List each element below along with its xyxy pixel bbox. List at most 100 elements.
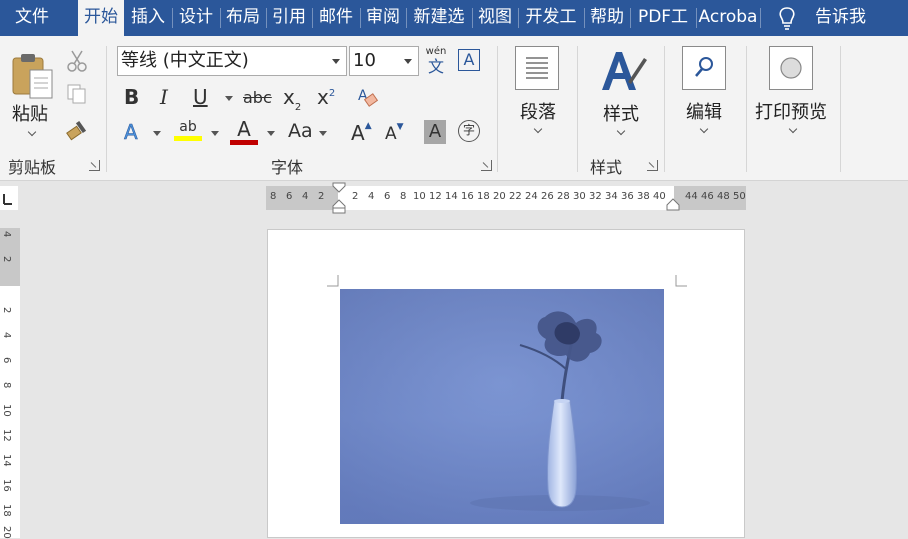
- triangle-up-icon: ▲: [364, 121, 372, 131]
- ruler-label: 18: [477, 191, 490, 202]
- paste-button[interactable]: 粘贴: [12, 100, 48, 126]
- font-color-dropdown-icon[interactable]: [267, 131, 275, 136]
- highlight-color-swatch: [174, 136, 202, 141]
- ruler-label: 14: [1, 454, 12, 467]
- ruler-label: 30: [573, 191, 586, 202]
- ruler-label: 12: [1, 429, 12, 442]
- indent-marker-icon[interactable]: [332, 182, 346, 214]
- subscript-button[interactable]: x2: [283, 85, 301, 113]
- change-case-dropdown-icon[interactable]: [319, 131, 327, 136]
- ruler-label: 16: [1, 479, 12, 492]
- triangle-down-icon: ▼: [396, 122, 404, 132]
- clear-formatting-icon[interactable]: A: [356, 86, 380, 110]
- tab-new-group[interactable]: 新建选: [408, 0, 470, 36]
- paragraph-dropdown-icon[interactable]: [533, 124, 543, 134]
- print-preview-icon: [780, 57, 802, 79]
- tab-home[interactable]: 开始: [78, 0, 124, 36]
- styles-button[interactable]: 样式: [603, 100, 639, 126]
- lightbulb-icon[interactable]: [776, 6, 798, 30]
- clipboard-group-label: 剪贴板: [8, 158, 57, 177]
- clipboard-dialog-launcher[interactable]: [89, 160, 100, 171]
- text-effects-dropdown-icon[interactable]: [153, 131, 161, 136]
- group-divider: [840, 46, 841, 172]
- underline-dropdown-icon[interactable]: [225, 96, 233, 101]
- cut-icon[interactable]: [66, 49, 88, 73]
- chevron-down-icon[interactable]: [332, 59, 340, 64]
- editing-dropdown-icon[interactable]: [699, 124, 709, 134]
- tell-me-box[interactable]: 告诉我: [815, 0, 866, 36]
- ruler-label: 20: [493, 191, 506, 202]
- highlight-dropdown-icon[interactable]: [211, 131, 219, 136]
- inserted-picture[interactable]: [340, 289, 664, 524]
- underline-button[interactable]: U: [193, 85, 208, 109]
- change-case-button[interactable]: Aa: [288, 120, 313, 142]
- editing-button[interactable]: 编辑: [686, 98, 722, 124]
- tab-file[interactable]: 文件: [0, 0, 64, 36]
- tab-pdf-tools[interactable]: PDF工: [632, 0, 694, 36]
- subscript-x: x: [283, 85, 295, 109]
- format-painter-icon[interactable]: [66, 119, 90, 141]
- print-preview-icon-box[interactable]: [769, 46, 813, 90]
- right-indent-marker-icon[interactable]: [666, 198, 680, 212]
- paragraph-icon-box[interactable]: [515, 46, 559, 90]
- copy-icon[interactable]: [66, 83, 88, 105]
- group-divider: [664, 46, 665, 172]
- paste-dropdown-icon[interactable]: [27, 127, 37, 137]
- enclose-characters-button[interactable]: 字: [458, 120, 480, 142]
- text-effects-button[interactable]: A: [124, 120, 138, 145]
- print-preview-button[interactable]: 打印预览: [755, 98, 827, 124]
- character-border-button[interactable]: A: [458, 49, 480, 71]
- tab-view[interactable]: 视图: [473, 0, 517, 36]
- ruler-label: 2: [352, 191, 359, 202]
- styles-dialog-launcher[interactable]: [647, 160, 658, 171]
- tab-developer[interactable]: 开发工: [520, 0, 582, 36]
- search-icon: [695, 57, 713, 77]
- italic-button[interactable]: I: [160, 85, 168, 109]
- shrink-font-letter: A: [385, 124, 397, 144]
- vertical-ruler[interactable]: 4 2 2 4 6 8 10 12 14 16 18 20: [0, 228, 20, 539]
- tab-design[interactable]: 设计: [173, 0, 219, 36]
- font-color-button[interactable]: A: [230, 118, 258, 145]
- paragraph-button[interactable]: 段落: [520, 98, 556, 124]
- bold-button[interactable]: B: [124, 85, 139, 109]
- strikethrough-button[interactable]: abc: [243, 88, 272, 107]
- tab-divider: [760, 8, 761, 28]
- tab-insert[interactable]: 插入: [125, 0, 171, 36]
- ruler-label: 24: [525, 191, 538, 202]
- menu-tab-bar: 文件 开始 插入 设计 布局 引用 邮件 审阅 新建选 视图 开发工 帮助 PD…: [0, 0, 908, 36]
- font-dialog-launcher[interactable]: [481, 160, 492, 171]
- paragraph-icon: [526, 57, 548, 79]
- styles-dropdown-icon[interactable]: [616, 126, 626, 136]
- styles-icon[interactable]: [598, 46, 648, 94]
- editing-icon-box[interactable]: [682, 46, 726, 90]
- tab-stop-selector[interactable]: [0, 186, 18, 210]
- phonetic-guide-button[interactable]: wén 文: [424, 46, 448, 76]
- tab-layout[interactable]: 布局: [221, 0, 265, 36]
- font-name-combo[interactable]: 等线 (中文正文): [117, 46, 347, 76]
- group-divider: [746, 46, 747, 172]
- tab-acrobat[interactable]: Acroba: [697, 0, 759, 36]
- tab-help[interactable]: 帮助: [585, 0, 629, 36]
- horizontal-ruler[interactable]: 8 6 4 2 2 4 6 8 10 12 14 16 18 20 22 24 …: [266, 182, 746, 214]
- ruler-label: 6: [384, 191, 391, 202]
- ruler-label: 10: [413, 191, 426, 202]
- ruler-label: 38: [637, 191, 650, 202]
- font-size-combo[interactable]: 10: [349, 46, 419, 76]
- print-preview-dropdown-icon[interactable]: [788, 124, 798, 134]
- chevron-down-icon[interactable]: [404, 59, 412, 64]
- font-group-label: 字体: [271, 158, 304, 177]
- paste-icon[interactable]: [10, 50, 56, 100]
- character-shading-button[interactable]: A: [424, 120, 446, 144]
- group-divider: [497, 46, 498, 172]
- font-name-value: 等线 (中文正文): [121, 50, 249, 71]
- superscript-button[interactable]: x2: [317, 85, 335, 109]
- ruler-label: 2: [318, 191, 325, 202]
- grow-font-button[interactable]: A▲: [351, 121, 372, 145]
- shrink-font-button[interactable]: A▼: [385, 122, 404, 144]
- ruler-label: 8: [400, 191, 407, 202]
- highlight-button[interactable]: ab: [174, 118, 202, 141]
- tab-references[interactable]: 引用: [267, 0, 311, 36]
- tab-mailings[interactable]: 邮件: [313, 0, 359, 36]
- styles-group-label: 样式: [590, 158, 623, 177]
- tab-review[interactable]: 审阅: [361, 0, 405, 36]
